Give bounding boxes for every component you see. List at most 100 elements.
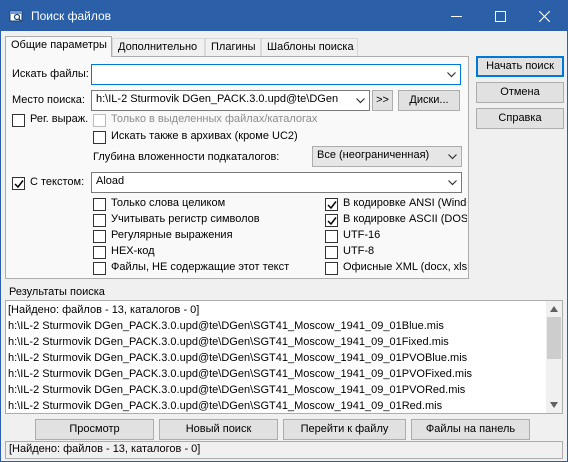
tab-general-label: Общие параметры [11,39,107,51]
tab-general[interactable]: Общие параметры [5,36,112,57]
list-item[interactable]: h:\IL-2 Sturmovik DGen_PACK.3.0.upd@te\D… [8,366,472,382]
drives-button[interactable]: Диски... [398,90,460,111]
office-xml-checkbox-box [325,262,338,275]
hex-checkbox[interactable]: HEX-код [93,245,323,260]
location-combo[interactable]: h:\IL-2 Sturmovik DGen_PACK.3.0.upd@te\D… [91,90,370,111]
scroll-down-icon[interactable] [549,401,559,409]
maximize-icon [495,11,506,22]
view-button[interactable]: Просмотр [35,419,154,440]
search-archives-label: Искать также в архивах (кроме UC2) [111,130,298,142]
chevron-down-icon [448,180,457,186]
utf16-checkbox[interactable]: UTF-16 [325,229,467,244]
list-item[interactable]: h:\IL-2 Sturmovik DGen_PACK.3.0.upd@te\D… [8,350,467,366]
text-value: Aload [96,175,125,187]
regex-checkbox[interactable]: Рег. выраж. [12,113,92,128]
list-item[interactable]: h:\IL-2 Sturmovik DGen_PACK.3.0.upd@te\D… [8,382,465,398]
help-button[interactable]: Справка [476,108,564,129]
with-text-checkbox[interactable]: С текстом: [12,176,90,191]
maximize-button[interactable] [479,1,523,31]
results-scrollbar[interactable] [546,301,562,413]
utf8-checkbox-box [325,246,338,259]
goto-file-button[interactable]: Перейти к файлу [283,419,406,440]
close-button[interactable] [523,1,567,31]
with-text-label: С текстом: [30,176,85,188]
depth-label: Глубина вложенности подкаталогов: [93,151,280,163]
utf16-label: UTF-16 [343,229,381,241]
scroll-up-icon[interactable] [549,305,559,313]
office-xml-checkbox[interactable]: Офисные XML (docx, xlsx [325,261,467,276]
regex-label: Рег. выраж. [30,113,89,125]
checkmark-icon [14,180,24,189]
regex-text-checkbox-box [93,230,106,243]
files-to-panel-button[interactable]: Файлы на панель [411,419,530,440]
chevron-down-icon [356,98,365,104]
only-selected-checkbox[interactable]: Только в выделенных файлах/каталогах [93,113,373,128]
list-item[interactable]: h:\IL-2 Sturmovik DGen_PACK.3.0.upd@te\D… [8,398,442,413]
only-selected-label: Только в выделенных файлах/каталогах [111,113,318,125]
regex-text-label: Регулярные выражения [111,229,233,241]
ansi-label: В кодировке ANSI (Windo [343,197,467,209]
minimize-icon [451,16,462,17]
utf16-checkbox-box [325,230,338,243]
utf8-checkbox[interactable]: UTF-8 [325,245,467,260]
search-files-label: Искать файлы: [12,68,89,80]
chevron-down-icon [447,72,456,78]
regex-checkbox-box [12,114,25,127]
close-icon [539,11,550,22]
start-search-button[interactable]: Начать поиск [476,56,564,77]
app-icon [9,10,23,22]
hex-checkbox-box [93,246,106,259]
ascii-checkbox-box [325,214,338,227]
ascii-label: В кодировке ASCII (DOS) [343,213,467,225]
status-text: [Найдено: файлов - 13, каталогов - 0] [9,443,201,455]
match-case-checkbox[interactable]: Учитывать регистр символов [93,213,323,228]
match-case-checkbox-box [93,214,106,227]
not-containing-label: Файлы, НЕ содержащие этот текст [111,261,290,273]
checkmark-icon [327,201,337,210]
match-case-label: Учитывать регистр символов [111,213,260,225]
text-combo[interactable]: Aload [91,172,462,193]
search-files-combo[interactable] [91,64,461,85]
ansi-checkbox[interactable]: В кодировке ANSI (Windo [325,197,467,212]
tab-templates-label: Шаблоны поиска [267,41,354,53]
new-search-button[interactable]: Новый поиск [159,419,278,440]
depth-select[interactable]: Все (неограниченная) [312,146,462,167]
regex-text-checkbox[interactable]: Регулярные выражения [93,229,323,244]
list-item[interactable]: [Найдено: файлов - 13, каталогов - 0] [8,302,199,318]
title-bar[interactable]: Поиск файлов [1,1,567,31]
search-archives-checkbox-box [93,131,106,144]
list-item[interactable]: h:\IL-2 Sturmovik DGen_PACK.3.0.upd@te\D… [8,334,449,350]
whole-words-checkbox-box [93,198,106,211]
depth-value: Все (неограниченная) [317,149,430,161]
tab-plugins[interactable]: Плагины [205,38,261,56]
with-text-checkbox-box [12,177,25,190]
ansi-checkbox-box [325,198,338,211]
search-archives-checkbox[interactable]: Искать также в архивах (кроме UC2) [93,130,373,145]
search-window: Поиск файлов Общие параметры Дополнитель… [0,0,568,462]
utf8-label: UTF-8 [343,245,375,257]
chevron-down-icon [448,154,457,160]
minimize-button[interactable] [435,1,479,31]
tab-search-templates[interactable]: Шаблоны поиска [261,38,358,56]
ascii-checkbox[interactable]: В кодировке ASCII (DOS) [325,213,467,228]
status-bar: [Найдено: файлов - 13, каталогов - 0] [5,441,563,459]
whole-words-label: Только слова целиком [111,197,226,209]
location-label: Место поиска: [12,94,85,106]
tab-advanced[interactable]: Дополнительно [112,38,205,56]
office-xml-label: Офисные XML (docx, xlsx [343,261,467,273]
checkmark-icon [327,217,337,226]
tab-plugins-label: Плагины [211,41,256,53]
only-selected-checkbox-box [93,114,106,127]
whole-words-checkbox[interactable]: Только слова целиком [93,197,323,212]
more-button[interactable]: >> [372,90,393,111]
results-group-label: Результаты поиска [9,286,105,298]
hex-label: HEX-код [111,245,155,257]
cancel-button[interactable]: Отмена [476,82,564,103]
general-panel: Искать файлы: Место поиска: h:\IL-2 Stur… [5,56,469,279]
location-value: h:\IL-2 Sturmovik DGen_PACK.3.0.upd@te\D… [96,93,339,105]
not-containing-checkbox[interactable]: Файлы, НЕ содержащие этот текст [93,261,323,276]
results-list[interactable]: [Найдено: файлов - 13, каталогов - 0] h:… [5,300,563,414]
scrollbar-thumb[interactable] [547,317,561,359]
not-containing-checkbox-box [93,262,106,275]
list-item[interactable]: h:\IL-2 Sturmovik DGen_PACK.3.0.upd@te\D… [8,318,444,334]
